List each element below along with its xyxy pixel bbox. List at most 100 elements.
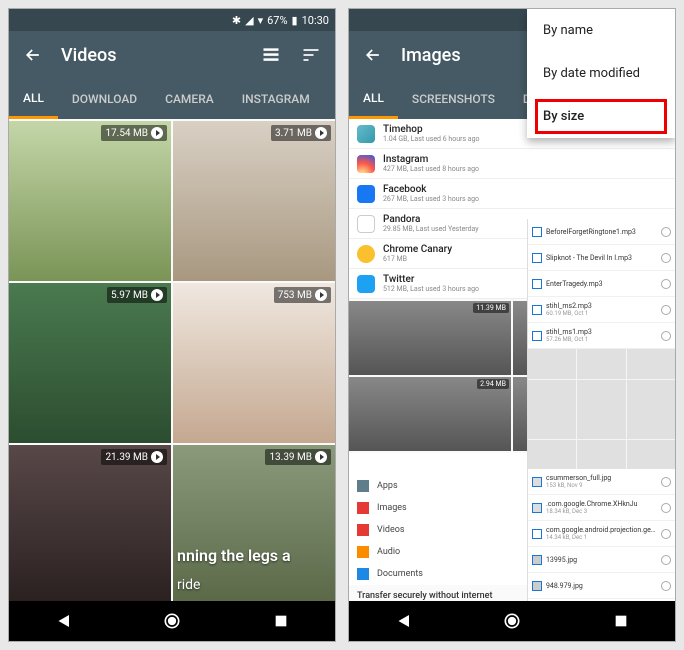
audio-file-icon (532, 279, 542, 289)
file-radio[interactable] (661, 227, 671, 237)
tab-download[interactable]: DOWNLOAD (58, 79, 151, 119)
file-item[interactable]: 948.979.jpg (528, 573, 675, 599)
wifi-icon: ▾ (258, 14, 264, 27)
video-grid: 17.54 MB 3.71 MB 5.97 MB 753 MB 21.39 MB… (9, 119, 335, 601)
file-radio[interactable] (661, 477, 671, 487)
nav-home-button[interactable] (152, 601, 192, 641)
battery-text: 67% (267, 14, 287, 27)
file-radio[interactable] (661, 503, 671, 513)
file-name: com.google.android.projection.gearhead_2 (546, 526, 657, 534)
pandora-icon (357, 215, 375, 233)
image-file-icon (532, 555, 542, 565)
image-file-icon (532, 477, 542, 487)
video-size: 3.71 MB (275, 128, 312, 139)
play-icon (151, 451, 163, 463)
sort-by-size[interactable]: By size (527, 95, 675, 138)
mini-screenshots (528, 349, 675, 409)
back-button[interactable] (21, 43, 45, 67)
chrome-canary-icon (357, 245, 375, 263)
tab-all[interactable]: ALL (349, 79, 398, 119)
app-name: Facebook (383, 184, 667, 195)
app-meta: 267 MB, Last used 3 hours ago (383, 195, 667, 203)
file-item[interactable]: stihl_ms1.mp357.26 MB, Oct 1 (528, 323, 675, 349)
image-thumb[interactable]: 11.39 MB (349, 301, 511, 375)
cat-label: Apps (377, 481, 398, 491)
video-thumb[interactable]: 21.39 MB (9, 445, 171, 601)
sort-button[interactable] (299, 43, 323, 67)
cat-label: Documents (377, 569, 423, 579)
auto-icon (532, 529, 542, 539)
documents-icon (357, 568, 369, 580)
audio-file-icon (532, 253, 542, 263)
sort-by-name[interactable]: By name (527, 9, 675, 52)
twitter-icon (357, 275, 375, 293)
video-overlay-text: nning the legs a (173, 546, 335, 565)
file-radio[interactable] (661, 305, 671, 315)
file-item[interactable]: .com.google.Chrome.XHknJu18.34 kB, Dec 3 (528, 495, 675, 521)
tab-camera[interactable]: CAMERA (151, 79, 228, 119)
app-item[interactable]: Instagram427 MB, Last used 8 hours ago (349, 149, 675, 179)
file-name: .com.google.Chrome.XHknJu (546, 500, 657, 508)
file-item[interactable]: 13995.jpg (528, 547, 675, 573)
play-icon (151, 289, 163, 301)
file-name: stihl_ms1.mp3 (546, 328, 657, 336)
file-radio[interactable] (661, 279, 671, 289)
tab-all[interactable]: ALL (9, 79, 58, 119)
video-size: 753 MB (278, 290, 312, 301)
audio-icon (357, 546, 369, 558)
app-meta: 427 MB, Last used 8 hours ago (383, 165, 667, 173)
nav-back-button[interactable] (383, 601, 423, 641)
timehop-icon (357, 125, 375, 143)
video-size: 13.39 MB (269, 452, 312, 463)
file-radio[interactable] (661, 331, 671, 341)
file-meta: 14.34 kB, Dec 1 (546, 534, 657, 541)
video-thumb[interactable]: 5.97 MB (9, 283, 171, 443)
tab-screenshots[interactable]: SCREENSHOTS (398, 79, 509, 119)
file-name: 13995.jpg (546, 556, 657, 564)
nav-home-button[interactable] (492, 601, 532, 641)
file-item[interactable]: csummerson_full.jpg153 kB, Nov 9 (528, 469, 675, 495)
file-meta: 57.26 MB, Oct 1 (546, 336, 657, 343)
sort-by-date[interactable]: By date modified (527, 52, 675, 95)
file-radio[interactable] (661, 253, 671, 263)
video-thumb[interactable]: 753 MB (173, 283, 335, 443)
facebook-icon (357, 185, 375, 203)
image-size: 2.94 MB (477, 379, 509, 389)
video-overlay-text: ride (173, 577, 335, 593)
file-name: stihl_ms2.mp3 (546, 302, 657, 310)
file-item[interactable]: wEGOcir.jpg202 kB, Nov 25 (528, 599, 675, 601)
file-meta: 18.34 kB, Dec 3 (546, 508, 657, 515)
nav-recent-button[interactable] (261, 601, 301, 641)
image-thumb[interactable]: 2.94 MB (349, 377, 511, 451)
app-item[interactable]: Facebook267 MB, Last used 3 hours ago (349, 179, 675, 209)
file-meta: 60.19 MB, Oct 1 (546, 310, 657, 317)
audio-file-icon (532, 331, 542, 341)
nav-recent-button[interactable] (601, 601, 641, 641)
battery-icon: ▮ (292, 14, 298, 27)
file-radio[interactable] (661, 581, 671, 591)
back-button[interactable] (361, 43, 385, 67)
play-icon (151, 127, 163, 139)
file-item[interactable]: BeforeIForgetRingtone1.mp3 (528, 219, 675, 245)
file-item[interactable]: EnterTragedy.mp3 (528, 271, 675, 297)
instagram-icon (357, 155, 375, 173)
file-radio[interactable] (661, 529, 671, 539)
video-thumb[interactable]: 17.54 MB (9, 121, 171, 281)
phone-right: ✱ ◢ ▾ 67% ▮ 10:31 Images ALL SCREENSHOTS… (348, 8, 676, 642)
view-list-button[interactable] (259, 43, 283, 67)
tab-instagram[interactable]: INSTAGRAM (228, 79, 324, 119)
file-item[interactable]: stihl_ms2.mp360.19 MB, Oct 1 (528, 297, 675, 323)
video-thumb[interactable]: 13.39 MB nning the legs a ride (173, 445, 335, 601)
file-item[interactable]: com.google.android.projection.gearhead_2… (528, 521, 675, 547)
file-item[interactable]: Slipknot - The Devil In I.mp3 (528, 245, 675, 271)
video-thumb[interactable]: 3.71 MB (173, 121, 335, 281)
play-icon (315, 289, 327, 301)
file-radio[interactable] (661, 555, 671, 565)
videos-icon (357, 524, 369, 536)
phone-left: ✱ ◢ ▾ 67% ▮ 10:30 Videos ALL DOWNLOAD CA… (8, 8, 336, 642)
signal-icon: ◢ (245, 14, 253, 27)
statusbar: ✱ ◢ ▾ 67% ▮ 10:30 (9, 9, 335, 31)
nav-back-button[interactable] (43, 601, 83, 641)
tabs: ALL DOWNLOAD CAMERA INSTAGRAM (9, 79, 335, 119)
navbar (349, 601, 675, 641)
